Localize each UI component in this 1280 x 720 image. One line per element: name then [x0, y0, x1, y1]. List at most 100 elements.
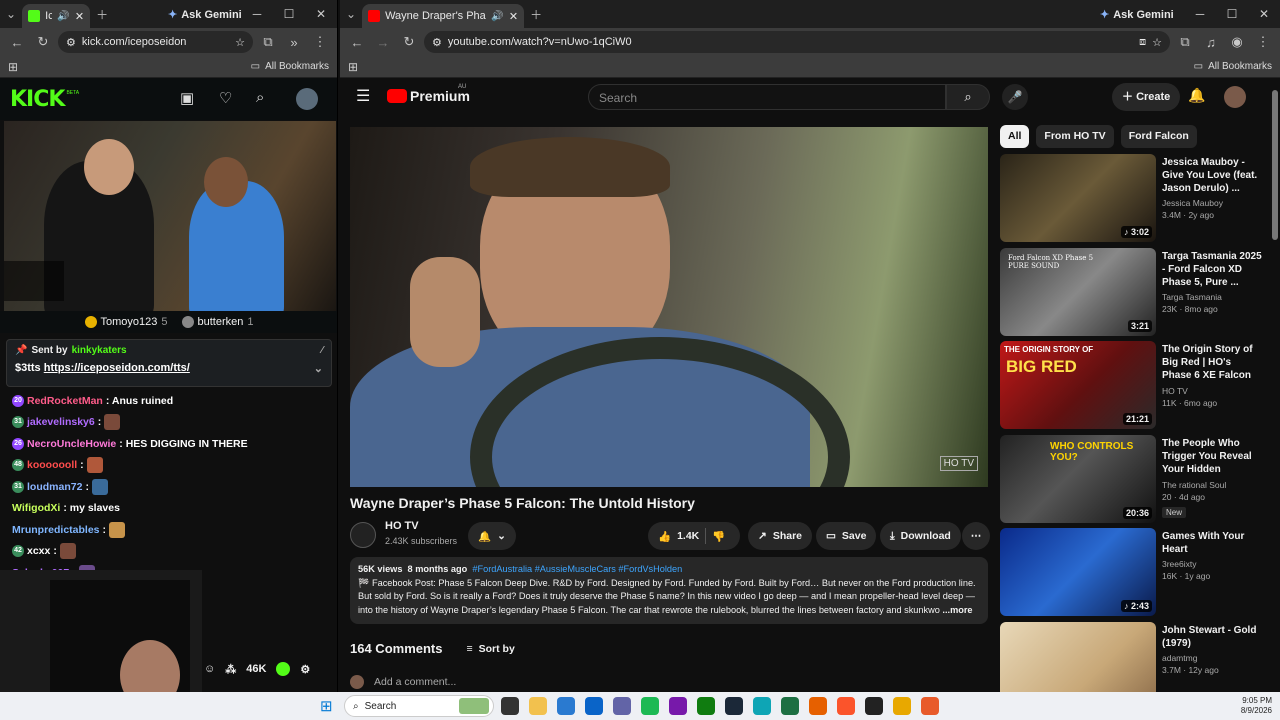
close-window-icon[interactable]: ✕	[305, 7, 337, 21]
scrollbar-thumb[interactable]	[1272, 90, 1278, 240]
ask-gemini-button[interactable]: ✦ Ask Gemini	[168, 8, 242, 22]
recommended-video[interactable]: THE ORIGIN STORY OF BIG RED 21:21 The Origi…	[1000, 341, 1270, 433]
extensions-icon[interactable]: ⧉	[1174, 34, 1196, 50]
search-icon[interactable]: ⌕	[256, 89, 264, 106]
forward-icon[interactable]: →	[372, 35, 394, 50]
video-title[interactable]: The Origin Story of Big Red | HO's Phase…	[1162, 343, 1262, 383]
streamer-tag[interactable]: butterken 1	[181, 316, 254, 328]
omnibox[interactable]: ⚙ kick.com/iceposeidon ☆	[58, 31, 253, 53]
tab-search-icon[interactable]: ⌄	[0, 7, 22, 21]
menu-icon[interactable]: ⋮	[1252, 34, 1274, 50]
maximize-icon[interactable]: ☐	[273, 7, 305, 21]
like-icon[interactable]: 👍	[658, 530, 671, 543]
taskbar-search[interactable]: ⌕ Search	[344, 695, 494, 717]
close-tab-icon[interactable]: ✕	[509, 10, 518, 23]
video-thumbnail[interactable]	[1000, 621, 1156, 692]
reload-icon[interactable]: ↻	[32, 34, 54, 50]
kick-logo[interactable]: KICK	[10, 87, 65, 112]
bookmark-star-icon[interactable]: ☆	[235, 36, 245, 49]
browse-icon[interactable]: ▣	[180, 89, 194, 107]
recommended-video[interactable]: Ford Falcon XD Phase 5 PURE SOUND 3:21 Tar…	[1000, 247, 1270, 340]
site-info-icon[interactable]: ⚙	[432, 36, 442, 49]
show-more-link[interactable]: ...more	[942, 605, 972, 615]
hashtags[interactable]: #FordAustralia #AussieMuscleCars #FordVs…	[472, 564, 682, 574]
ask-gemini-button[interactable]: ✦ Ask Gemini	[1100, 8, 1174, 22]
kick-coin-icon[interactable]	[276, 662, 291, 676]
share-button[interactable]: ↗ Share	[748, 522, 812, 550]
clock[interactable]: 9:05 PM 8/9/2026	[1241, 696, 1272, 716]
close-window-icon[interactable]: ✕	[1248, 7, 1280, 21]
back-icon[interactable]: ←	[6, 35, 28, 50]
menu-icon[interactable]: ⋮	[309, 34, 331, 50]
minimize-icon[interactable]: ─	[1184, 7, 1216, 21]
voice-search-icon[interactable]: 🎤	[1002, 84, 1028, 110]
video-description[interactable]: 56K views 8 months ago #FordAustralia #A…	[350, 557, 988, 624]
recommended-video[interactable]: John Stewart - Gold (1979) adamtmg 3.7M · …	[1000, 621, 1270, 692]
channel-name[interactable]: HO TV	[1162, 386, 1262, 396]
audio-icon[interactable]: 🔊	[57, 11, 69, 22]
tab-kick[interactable]: Ice 🔊 ✕	[22, 4, 91, 28]
video-title[interactable]: John Stewart - Gold (1979)	[1162, 624, 1262, 650]
chat-username[interactable]: WifigodXi	[12, 502, 60, 514]
chrome-icon[interactable]	[893, 697, 911, 715]
channel-name[interactable]: 3ree6ixty	[1162, 559, 1262, 569]
extensions-icon[interactable]: ⧉	[257, 34, 279, 50]
brave-icon[interactable]	[837, 697, 855, 715]
chat-username[interactable]: kooooooll	[27, 459, 77, 471]
chat-username[interactable]: RedRocketMan	[27, 395, 103, 407]
excel-icon[interactable]	[781, 697, 799, 715]
hamburger-menu-icon[interactable]: ☰	[356, 86, 370, 106]
more-actions-button[interactable]: ⋯	[962, 522, 990, 550]
subscribe-notify-button[interactable]: 🔔 ⌄	[468, 522, 516, 550]
obs-icon[interactable]	[865, 697, 883, 715]
audio-icon[interactable]: 🔊	[491, 11, 503, 22]
video-thumbnail[interactable]: ♪ 2:43	[1000, 528, 1156, 616]
dislike-icon[interactable]: 👎	[712, 530, 725, 543]
tab-youtube[interactable]: Wayne Draper's Phase 5 Fa 🔊 ✕	[362, 4, 525, 28]
chat-username[interactable]: xcxx	[27, 545, 50, 557]
chevron-down-icon[interactable]: ⌄	[314, 362, 323, 375]
recommended-video[interactable]: WHO CONTROLS YOU? 20:36 The People Who Tri…	[1000, 434, 1270, 527]
video-title[interactable]: Jessica Mauboy - Give You Love (feat. Ja…	[1162, 156, 1262, 195]
chip-from-channel[interactable]: From HO TV	[1036, 125, 1114, 148]
video-title[interactable]: Games With Your Heart	[1162, 530, 1262, 556]
video-thumbnail[interactable]: Ford Falcon XD Phase 5 PURE SOUND 3:21	[1000, 247, 1156, 336]
apps-grid-icon[interactable]: ⊞	[348, 60, 358, 74]
channel-name[interactable]: Jessica Mauboy	[1162, 198, 1262, 208]
channel-name[interactable]: adamtmg	[1162, 653, 1262, 663]
chat-username[interactable]: Mrunpredictables	[12, 524, 100, 536]
youtube-logo-icon[interactable]	[387, 89, 407, 103]
chat-username[interactable]: NecroUncleHowie	[27, 438, 116, 450]
overflow-icon[interactable]: »	[283, 35, 305, 50]
new-tab-icon[interactable]: ＋	[90, 6, 114, 23]
video-title[interactable]: The People Who Trigger You Reveal Your H…	[1162, 437, 1262, 477]
chat-username[interactable]: loudman72	[27, 481, 82, 493]
channel-name[interactable]: Targa Tasmania	[1162, 292, 1262, 302]
all-bookmarks[interactable]: ▭ All Bookmarks	[251, 61, 329, 72]
store-icon[interactable]	[557, 697, 575, 715]
video-thumbnail[interactable]: THE ORIGIN STORY OF BIG RED 21:21	[1000, 341, 1156, 429]
apps-grid-icon[interactable]: ⊞	[8, 60, 18, 74]
xbox-icon[interactable]	[697, 697, 715, 715]
kick-video-player[interactable]	[4, 121, 336, 311]
profile-icon[interactable]: ◉	[1226, 34, 1248, 50]
all-bookmarks[interactable]: ▭ All Bookmarks	[1194, 61, 1272, 72]
edge-icon[interactable]	[753, 697, 771, 715]
bookmark-star-icon[interactable]: ☆	[1152, 36, 1162, 49]
create-button[interactable]: ＋ Create	[1112, 83, 1181, 111]
tab-search-icon[interactable]: ⌄	[340, 7, 362, 21]
video-thumbnail[interactable]: ♪ 3:02	[1000, 154, 1156, 242]
video-player[interactable]: HO TV	[350, 127, 988, 487]
chip-all[interactable]: All	[1000, 125, 1030, 148]
unpin-icon[interactable]: ⁄	[321, 345, 323, 356]
omnibox[interactable]: ⚙ youtube.com/watch?v=nUwo-1qCiW0 ⧈ ☆	[424, 31, 1170, 53]
video-thumbnail[interactable]: WHO CONTROLS YOU? 20:36	[1000, 434, 1156, 523]
minimize-icon[interactable]: ─	[241, 7, 273, 21]
following-heart-icon[interactable]: ♡	[219, 89, 232, 107]
install-icon[interactable]: ⧈	[1139, 36, 1146, 49]
scrollbar[interactable]	[1272, 90, 1278, 690]
new-tab-icon[interactable]: ＋	[524, 6, 548, 23]
back-icon[interactable]: ←	[346, 35, 368, 50]
file-explorer-icon[interactable]	[529, 697, 547, 715]
emoji-icon[interactable]: ☺	[204, 663, 215, 675]
